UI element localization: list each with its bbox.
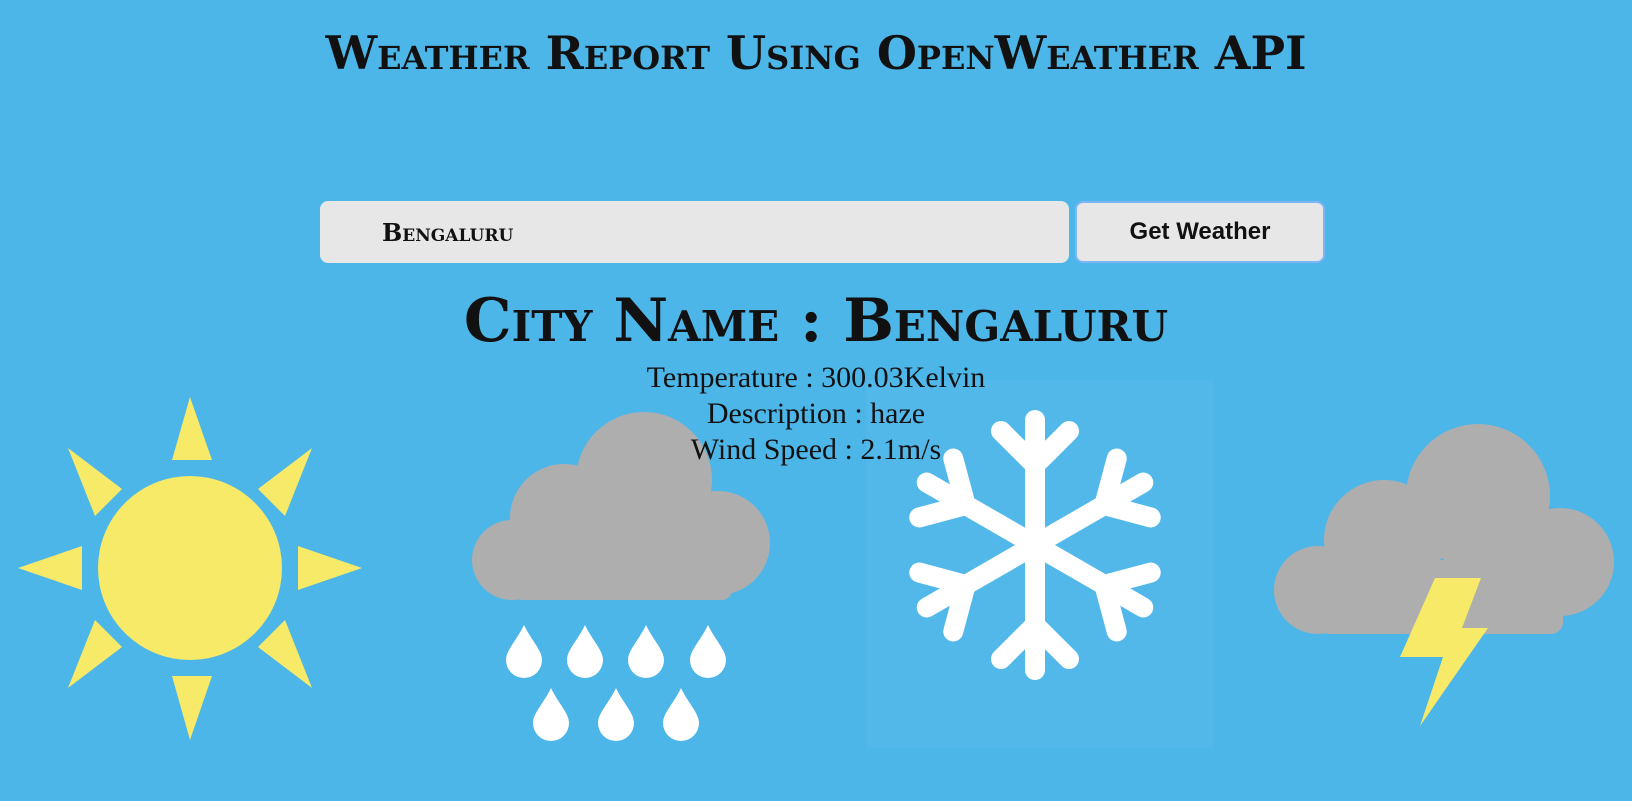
description-text: Description : haze xyxy=(706,397,926,430)
city-name-value: Bengaluru xyxy=(843,286,1169,356)
get-weather-button[interactable]: Get Weather xyxy=(1075,201,1325,263)
thunderstorm-icon xyxy=(1274,424,1614,726)
temperature-text: Temperature : 300.03Kelvin xyxy=(646,361,986,394)
wind-speed-text: Wind Speed : 2.1m/s xyxy=(690,433,942,466)
city-search-input[interactable] xyxy=(320,201,1069,263)
page-title: Weather Report Using OpenWeather API xyxy=(325,26,1307,80)
city-name-heading: City Name : Bengaluru xyxy=(0,282,1632,360)
city-name-prefix: City Name : xyxy=(463,286,844,356)
weather-result-panel: City Name : Bengaluru Temperature : 300.… xyxy=(0,282,1632,468)
